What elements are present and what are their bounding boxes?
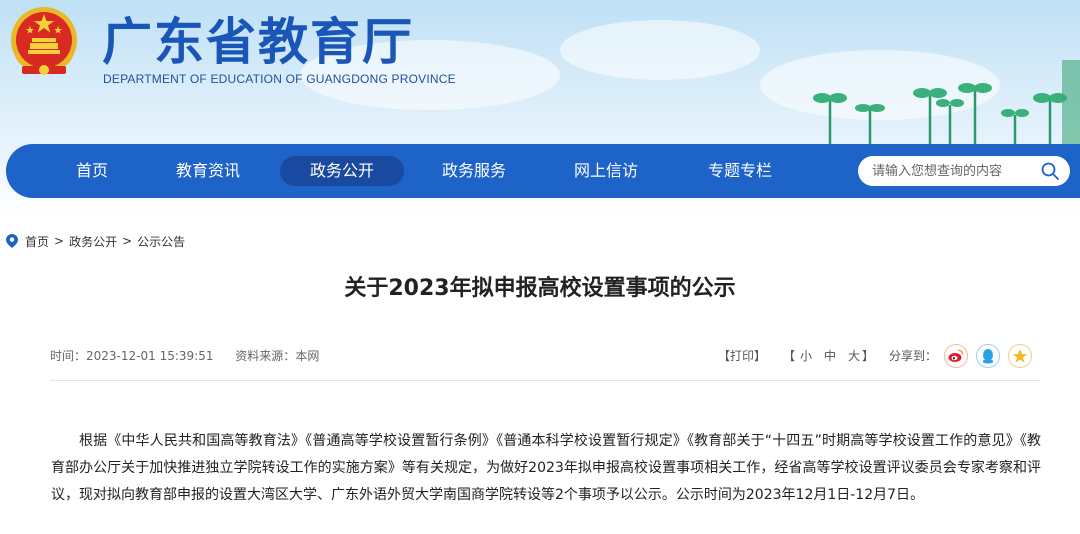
site-title[interactable]: 广东省教育厅	[102, 2, 414, 74]
time-value: 2023-12-01 15:39:51	[86, 349, 214, 363]
nav-home[interactable]: 首页	[56, 156, 128, 186]
nav-government-services[interactable]: 政务服务	[430, 156, 518, 186]
nav-government-affairs-open[interactable]: 政务公开	[280, 156, 404, 186]
meta-info: 时间：2023-12-01 15:39:51 资料来源：本网	[50, 347, 337, 364]
article-meta: 时间：2023-12-01 15:39:51 资料来源：本网 【打印】 【 小 …	[50, 344, 1040, 368]
breadcrumb-separator: >	[122, 234, 133, 248]
breadcrumb: 首页 > 政务公开 > 公示公告	[6, 232, 185, 250]
search-input[interactable]	[872, 156, 1042, 186]
qq-share-button[interactable]	[976, 344, 1000, 368]
site-subtitle: DEPARTMENT OF EDUCATION OF GUANGDONG PRO…	[103, 72, 456, 86]
share-label: 分享到：	[889, 349, 938, 363]
source-label: 资料来源：	[235, 349, 296, 363]
article-title: 关于2023年拟申报高校设置事项的公示	[344, 276, 736, 301]
font-size-close-bracket: 】	[862, 349, 875, 363]
breadcrumb-separator: >	[54, 234, 65, 248]
time-label: 时间：	[50, 349, 87, 363]
qzone-star-icon	[1013, 349, 1027, 363]
main-nav: 首页 教育资讯 政务公开 政务服务 网上信访 专题专栏	[6, 144, 1080, 198]
font-medium-button[interactable]: 中	[824, 347, 836, 364]
search-icon[interactable]	[1040, 161, 1060, 181]
font-size-open-bracket: 【	[783, 349, 796, 363]
breadcrumb-government-affairs[interactable]: 政务公开	[69, 233, 117, 250]
source: 资料来源：本网	[235, 349, 319, 363]
weibo-share-button[interactable]	[944, 344, 968, 368]
cloud-decoration	[560, 20, 760, 80]
print-button[interactable]: 【打印】	[718, 347, 766, 364]
font-small-button[interactable]: 小	[800, 347, 812, 364]
source-value: 本网	[295, 349, 320, 363]
font-large-button[interactable]: 大	[848, 347, 860, 364]
qzone-share-button[interactable]	[1008, 344, 1032, 368]
breadcrumb-announcements[interactable]: 公示公告	[137, 233, 185, 250]
publish-time: 时间：2023-12-01 15:39:51	[50, 349, 213, 363]
sprout-decoration	[813, 60, 1080, 150]
qq-icon	[982, 349, 994, 364]
meta-divider	[50, 380, 1040, 381]
national-emblem-icon	[11, 7, 77, 75]
search-box	[858, 156, 1070, 186]
nav-special-topics[interactable]: 专题专栏	[696, 156, 784, 186]
location-pin-icon	[6, 234, 18, 248]
article-body: 根据《中华人民共和国高等教育法》《普通高等学校设置暂行条例》《普通本科学校设置暂…	[51, 433, 1041, 503]
weibo-icon	[948, 349, 964, 362]
nav-online-petition[interactable]: 网上信访	[562, 156, 650, 186]
nav-education-news[interactable]: 教育资讯	[164, 156, 252, 186]
breadcrumb-home[interactable]: 首页	[25, 233, 49, 250]
